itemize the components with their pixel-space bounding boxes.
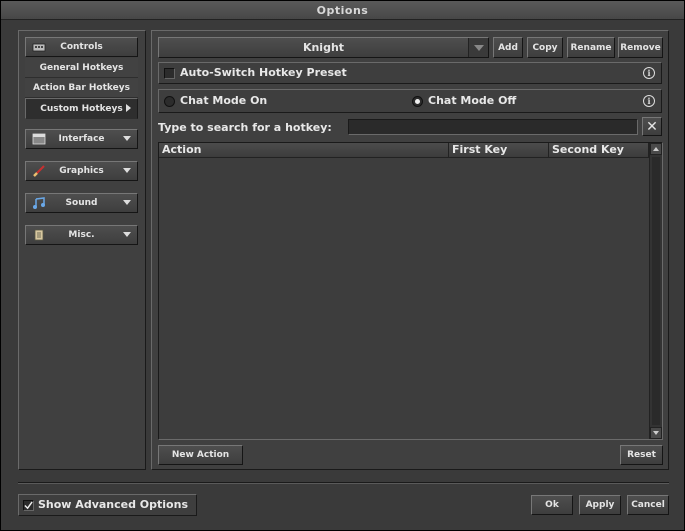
chevron-down-icon (123, 136, 131, 141)
sidebar-controls-label: Controls (60, 42, 103, 52)
window-icon (32, 133, 46, 145)
sidebar-graphics-button[interactable]: Graphics (25, 161, 138, 181)
info-icon[interactable]: i (643, 67, 655, 79)
scroll-icon (34, 229, 44, 241)
hotkey-table (158, 142, 663, 440)
scroll-thumb[interactable] (652, 157, 660, 425)
auto-switch-row: Auto-Switch Hotkey Preset i (158, 62, 662, 84)
column-header-action[interactable]: Action (159, 143, 449, 158)
checkmark-icon (24, 501, 33, 510)
clear-search-button[interactable]: ✕ (642, 117, 662, 136)
sidebar-item-label: Custom Hotkeys (40, 103, 123, 114)
sidebar-misc-button[interactable]: Misc. (25, 225, 138, 245)
sidebar-graphics-label: Graphics (59, 166, 104, 176)
rename-preset-button[interactable]: Rename (567, 37, 615, 58)
chat-mode-off-radio[interactable] (412, 96, 423, 107)
cancel-button[interactable]: Cancel (627, 495, 669, 515)
chat-mode-row: Chat Mode On Chat Mode Off i (158, 89, 662, 113)
sidebar-item-label: General Hotkeys (39, 62, 124, 73)
preset-selected-value: Knight (302, 41, 345, 54)
sidebar-sound-button[interactable]: Sound (25, 193, 138, 213)
chevron-down-icon (123, 200, 131, 205)
new-action-button[interactable]: New Action (158, 445, 243, 465)
sidebar-item-custom-hotkeys[interactable]: Custom Hotkeys (25, 98, 138, 119)
chat-mode-off-label: Chat Mode Off (428, 94, 517, 107)
remove-preset-button[interactable]: Remove (618, 37, 663, 58)
search-input[interactable] (348, 119, 638, 135)
sidebar-interface-label: Interface (58, 134, 105, 144)
show-advanced-toggle[interactable]: Show Advanced Options (18, 494, 197, 516)
auto-switch-checkbox[interactable] (164, 68, 175, 79)
chevron-down-icon (123, 168, 131, 173)
copy-preset-button[interactable]: Copy (527, 37, 563, 58)
column-header-second-key[interactable]: Second Key (549, 143, 649, 158)
dropdown-arrow-button[interactable] (468, 38, 488, 57)
scroll-down-button[interactable] (650, 427, 662, 439)
show-advanced-checkbox[interactable] (23, 500, 34, 511)
music-note-icon (33, 197, 45, 209)
auto-switch-label: Auto-Switch Hotkey Preset (180, 66, 347, 79)
brush-icon (33, 165, 45, 177)
search-label: Type to search for a hotkey: (158, 121, 332, 134)
scroll-up-button[interactable] (650, 143, 662, 155)
arrow-up-icon (653, 147, 659, 151)
sidebar-sound-label: Sound (65, 198, 98, 208)
show-advanced-label: Show Advanced Options (38, 498, 188, 511)
info-icon[interactable]: i (643, 95, 655, 107)
apply-button[interactable]: Apply (579, 495, 621, 515)
ok-button[interactable]: Ok (531, 495, 573, 515)
sidebar-controls-button[interactable]: Controls (25, 37, 138, 57)
reset-button[interactable]: Reset (620, 445, 663, 465)
sidebar-item-general-hotkeys[interactable]: General Hotkeys (25, 58, 138, 78)
options-window: Options Controls General Hotkeys Action … (0, 0, 685, 531)
table-scrollbar[interactable] (649, 143, 662, 439)
sidebar-item-action-bar-hotkeys[interactable]: Action Bar Hotkeys (25, 78, 138, 98)
keyboard-icon (32, 43, 46, 52)
chevron-down-icon (123, 232, 131, 237)
sidebar-interface-button[interactable]: Interface (25, 129, 138, 149)
add-preset-button[interactable]: Add (493, 37, 523, 58)
sidebar-misc-label: Misc. (68, 230, 95, 240)
sidebar-item-label: Action Bar Hotkeys (32, 82, 130, 93)
arrow-down-icon (653, 431, 659, 435)
chat-mode-on-label: Chat Mode On (180, 94, 268, 107)
chevron-down-icon (474, 45, 484, 51)
footer-divider (18, 482, 669, 484)
window-title: Options (1, 1, 684, 20)
chat-mode-on-radio[interactable] (164, 96, 175, 107)
chevron-right-icon (126, 104, 131, 112)
close-icon: ✕ (646, 118, 658, 135)
column-header-first-key[interactable]: First Key (449, 143, 549, 158)
preset-dropdown[interactable]: Knight (158, 37, 489, 58)
